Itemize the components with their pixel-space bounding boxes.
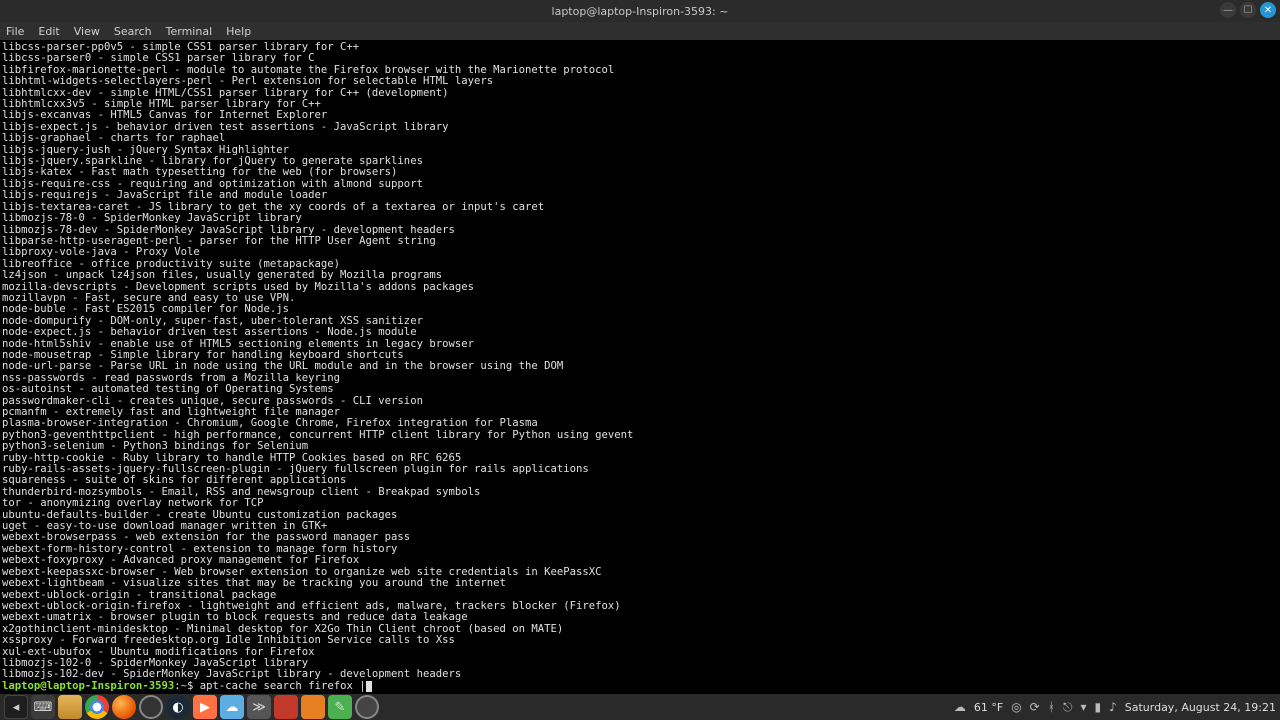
app-icon-4[interactable]: [274, 695, 298, 719]
prompt-dollar: $: [187, 680, 200, 692]
start-menu-button[interactable]: ◂: [4, 695, 28, 719]
app-icon-2[interactable]: ☁: [220, 695, 244, 719]
clock[interactable]: Saturday, August 24, 19:21: [1125, 701, 1276, 714]
app-icon-5[interactable]: [301, 695, 325, 719]
steam-icon[interactable]: ◐: [166, 695, 190, 719]
maximize-button[interactable]: ☐: [1240, 2, 1256, 18]
terminal-output[interactable]: libcss-parser-pp0v5 - simple CSS1 parser…: [0, 40, 1280, 694]
weather-text[interactable]: 61 °F: [974, 701, 1003, 714]
network-icon[interactable]: ▾: [1080, 700, 1086, 714]
file-manager-icon[interactable]: [58, 695, 82, 719]
app-icon-6[interactable]: ✎: [328, 695, 352, 719]
window-titlebar: laptop@laptop-Inspiron-3593: ~ — ☐ ✕: [0, 0, 1280, 22]
cursor: [366, 681, 372, 692]
volume-icon[interactable]: ♪: [1109, 700, 1117, 714]
command-text: apt-cache search firefox |: [200, 680, 366, 692]
battery-icon[interactable]: ▮: [1094, 700, 1101, 714]
firefox-icon[interactable]: [112, 695, 136, 719]
taskbar: ◂ ⌨ ◐ ▶ ☁ ≫ ✎ ☁ 61 °F ◎ ⟳ ᚼ ⎋ ▾ ▮ ♪ Satu…: [0, 694, 1280, 720]
menu-view[interactable]: View: [74, 25, 100, 38]
tray-icon-1[interactable]: ◎: [1011, 700, 1021, 714]
menu-terminal[interactable]: Terminal: [166, 25, 213, 38]
app-icon-1[interactable]: [139, 695, 163, 719]
close-button[interactable]: ✕: [1260, 2, 1276, 18]
bluetooth-icon[interactable]: ᚼ: [1048, 700, 1055, 714]
media-player-icon[interactable]: ▶: [193, 695, 217, 719]
weather-icon[interactable]: ☁: [954, 700, 966, 714]
window-controls: — ☐ ✕: [1220, 2, 1276, 18]
minimize-button[interactable]: —: [1220, 2, 1236, 18]
prompt-user: laptop@laptop-Inspiron-3593: [2, 680, 174, 692]
app-icon-3[interactable]: ≫: [247, 695, 271, 719]
mint-menu-icon[interactable]: [355, 695, 379, 719]
menu-search[interactable]: Search: [114, 25, 152, 38]
chrome-icon[interactable]: [85, 695, 109, 719]
window-title: laptop@laptop-Inspiron-3593: ~: [552, 5, 729, 18]
menu-help[interactable]: Help: [226, 25, 251, 38]
menu-bar: File Edit View Search Terminal Help: [0, 22, 1280, 40]
menu-edit[interactable]: Edit: [38, 25, 59, 38]
tray-icon-2[interactable]: ⟳: [1030, 700, 1040, 714]
terminal-launcher-icon[interactable]: ⌨: [31, 695, 55, 719]
menu-file[interactable]: File: [6, 25, 24, 38]
tray-icon-3[interactable]: ⎋: [1063, 700, 1073, 715]
